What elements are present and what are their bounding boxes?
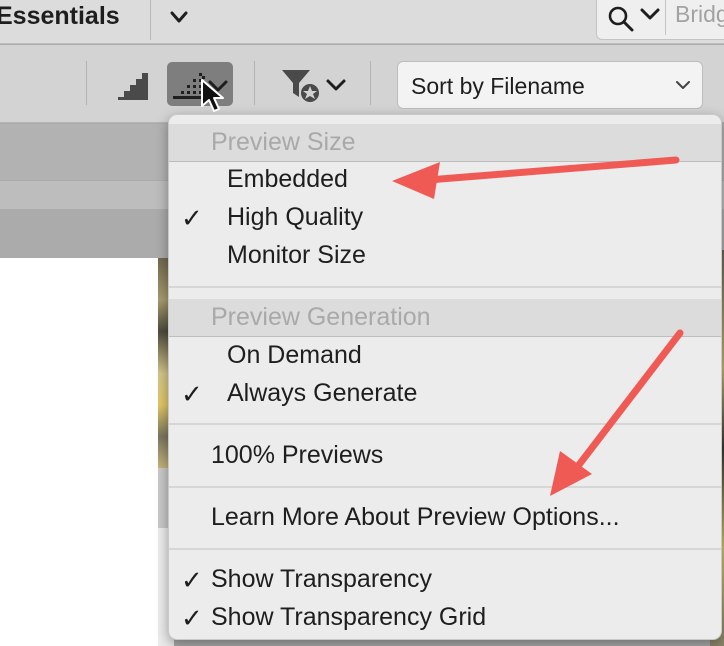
checkmark-icon: ✓ [181, 203, 203, 233]
menu-item-on-demand[interactable]: On Demand [169, 337, 721, 375]
menu-header-preview-generation: Preview Generation [169, 299, 721, 337]
search-divider [665, 0, 666, 35]
chevron-down-icon [676, 81, 690, 89]
toolbar: Sort by Filename [0, 45, 724, 123]
toolbar-divider [254, 61, 255, 105]
menu-item-label: Show Transparency [211, 565, 432, 593]
toolbar-divider [370, 61, 371, 105]
menu-separator [169, 286, 721, 288]
menu-item-embedded[interactable]: Embedded [169, 161, 721, 199]
workspace-menu-button[interactable] [164, 4, 194, 32]
top-header: Essentials Bridg [0, 0, 724, 44]
chevron-down-icon[interactable] [639, 7, 661, 23]
chevron-down-icon [170, 11, 188, 23]
menu-header-label: Preview Generation [211, 303, 431, 331]
preview-quality-menu: Preview Size Embedded ✓ High Quality Mon… [168, 114, 722, 640]
menu-item-label: High Quality [227, 203, 364, 231]
menu-separator [169, 548, 721, 550]
header-divider [150, 0, 151, 40]
menu-item-label: Always Generate [227, 379, 418, 407]
search-box[interactable]: Bridg [596, 0, 724, 40]
menu-item-label: Show Transparency Grid [211, 603, 487, 631]
checkmark-icon: ✓ [181, 379, 203, 409]
menu-separator [169, 486, 721, 488]
menu-item-show-transparency-grid[interactable]: ✓ Show Transparency Grid [169, 599, 721, 637]
menu-item-monitor-size[interactable]: Monitor Size [169, 237, 721, 275]
menu-item-label: Embedded [227, 165, 348, 193]
menu-item-high-quality[interactable]: ✓ High Quality [169, 199, 721, 237]
checkmark-icon: ✓ [181, 603, 203, 633]
sort-label: Sort by Filename [411, 73, 585, 99]
menu-item-always-generate[interactable]: ✓ Always Generate [169, 375, 721, 413]
workspace-label[interactable]: Essentials [0, 2, 120, 31]
search-input[interactable]: Bridg [675, 1, 724, 28]
checkmark-icon: ✓ [181, 565, 203, 595]
chevron-down-icon[interactable] [326, 79, 346, 91]
quality-fast-icon[interactable] [118, 73, 152, 101]
menu-item-label: Monitor Size [227, 241, 366, 269]
menu-header-label: Preview Size [211, 128, 356, 156]
search-icon[interactable] [607, 5, 635, 33]
filter-icon[interactable] [280, 67, 322, 103]
mouse-cursor-icon [201, 79, 224, 112]
menu-separator [169, 423, 721, 425]
sort-select[interactable]: Sort by Filename [397, 61, 703, 109]
menu-item-label: 100% Previews [211, 441, 384, 469]
toolbar-divider [86, 61, 87, 105]
menu-item-100-previews[interactable]: 100% Previews [169, 437, 721, 475]
menu-item-learn-more[interactable]: Learn More About Preview Options... [169, 499, 721, 537]
menu-item-label: On Demand [227, 341, 362, 369]
content-panel [0, 258, 158, 646]
menu-item-show-transparency[interactable]: ✓ Show Transparency [169, 561, 721, 599]
menu-header-preview-size: Preview Size [169, 124, 721, 162]
menu-item-label: Learn More About Preview Options... [211, 503, 620, 531]
